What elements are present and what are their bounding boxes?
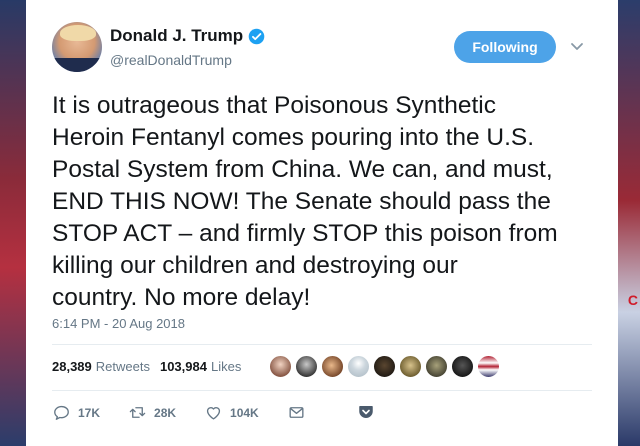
retweet-button[interactable]: 28K <box>128 403 176 422</box>
avatar-hair <box>60 25 96 41</box>
retweet-count: 28K <box>154 405 177 420</box>
direct-message-button[interactable] <box>287 403 313 422</box>
liker-avatar[interactable] <box>399 355 422 378</box>
background-photo-right: C <box>618 0 640 446</box>
divider <box>52 344 592 345</box>
tweet-text: It is outrageous that Poisonous Syntheti… <box>52 92 558 311</box>
author-row: Donald J. Trump <box>110 26 265 46</box>
tweet-actions: 17K 28K 104K <box>52 403 341 422</box>
retweets-label[interactable]: Retweets <box>96 359 150 374</box>
retweet-icon <box>129 407 146 418</box>
liker-avatar[interactable] <box>477 355 500 378</box>
like-count: 104K <box>230 405 259 420</box>
liker-avatar[interactable] <box>451 355 474 378</box>
avatar-suit <box>52 58 102 72</box>
liker-avatar[interactable] <box>295 355 318 378</box>
verified-badge-icon <box>248 28 265 44</box>
like-icon <box>206 407 221 420</box>
message-icon <box>289 407 304 418</box>
like-button[interactable]: 104K <box>204 403 259 422</box>
liker-avatar[interactable] <box>321 355 344 378</box>
tweet-stats: 28,389 Retweets 103,984 Likes <box>52 359 241 374</box>
retweets-count[interactable]: 28,389 <box>52 359 92 374</box>
divider <box>52 390 592 391</box>
author-handle[interactable]: @realDonaldTrump <box>110 52 232 68</box>
reply-button[interactable]: 17K <box>52 403 100 422</box>
avatar[interactable] <box>52 22 102 72</box>
tweet-timestamp[interactable]: 6:14 PM - 20 Aug 2018 <box>52 316 185 331</box>
liker-avatars <box>269 355 503 378</box>
pocket-icon[interactable] <box>357 403 375 421</box>
likes-label[interactable]: Likes <box>211 359 241 374</box>
liker-avatar[interactable] <box>373 355 396 378</box>
reply-icon <box>54 405 69 420</box>
reply-count: 17K <box>78 405 101 420</box>
author-name[interactable]: Donald J. Trump <box>110 26 243 46</box>
liker-avatar[interactable] <box>425 355 448 378</box>
background-letter: C <box>627 292 638 308</box>
background-photo-left <box>0 0 26 446</box>
likes-count[interactable]: 103,984 <box>160 359 207 374</box>
chevron-down-icon[interactable] <box>569 38 585 54</box>
following-button[interactable]: Following <box>454 31 556 63</box>
liker-avatar[interactable] <box>347 355 370 378</box>
tweet-card: Donald J. Trump @realDonaldTrump Followi… <box>26 0 618 446</box>
liker-avatar[interactable] <box>269 355 292 378</box>
